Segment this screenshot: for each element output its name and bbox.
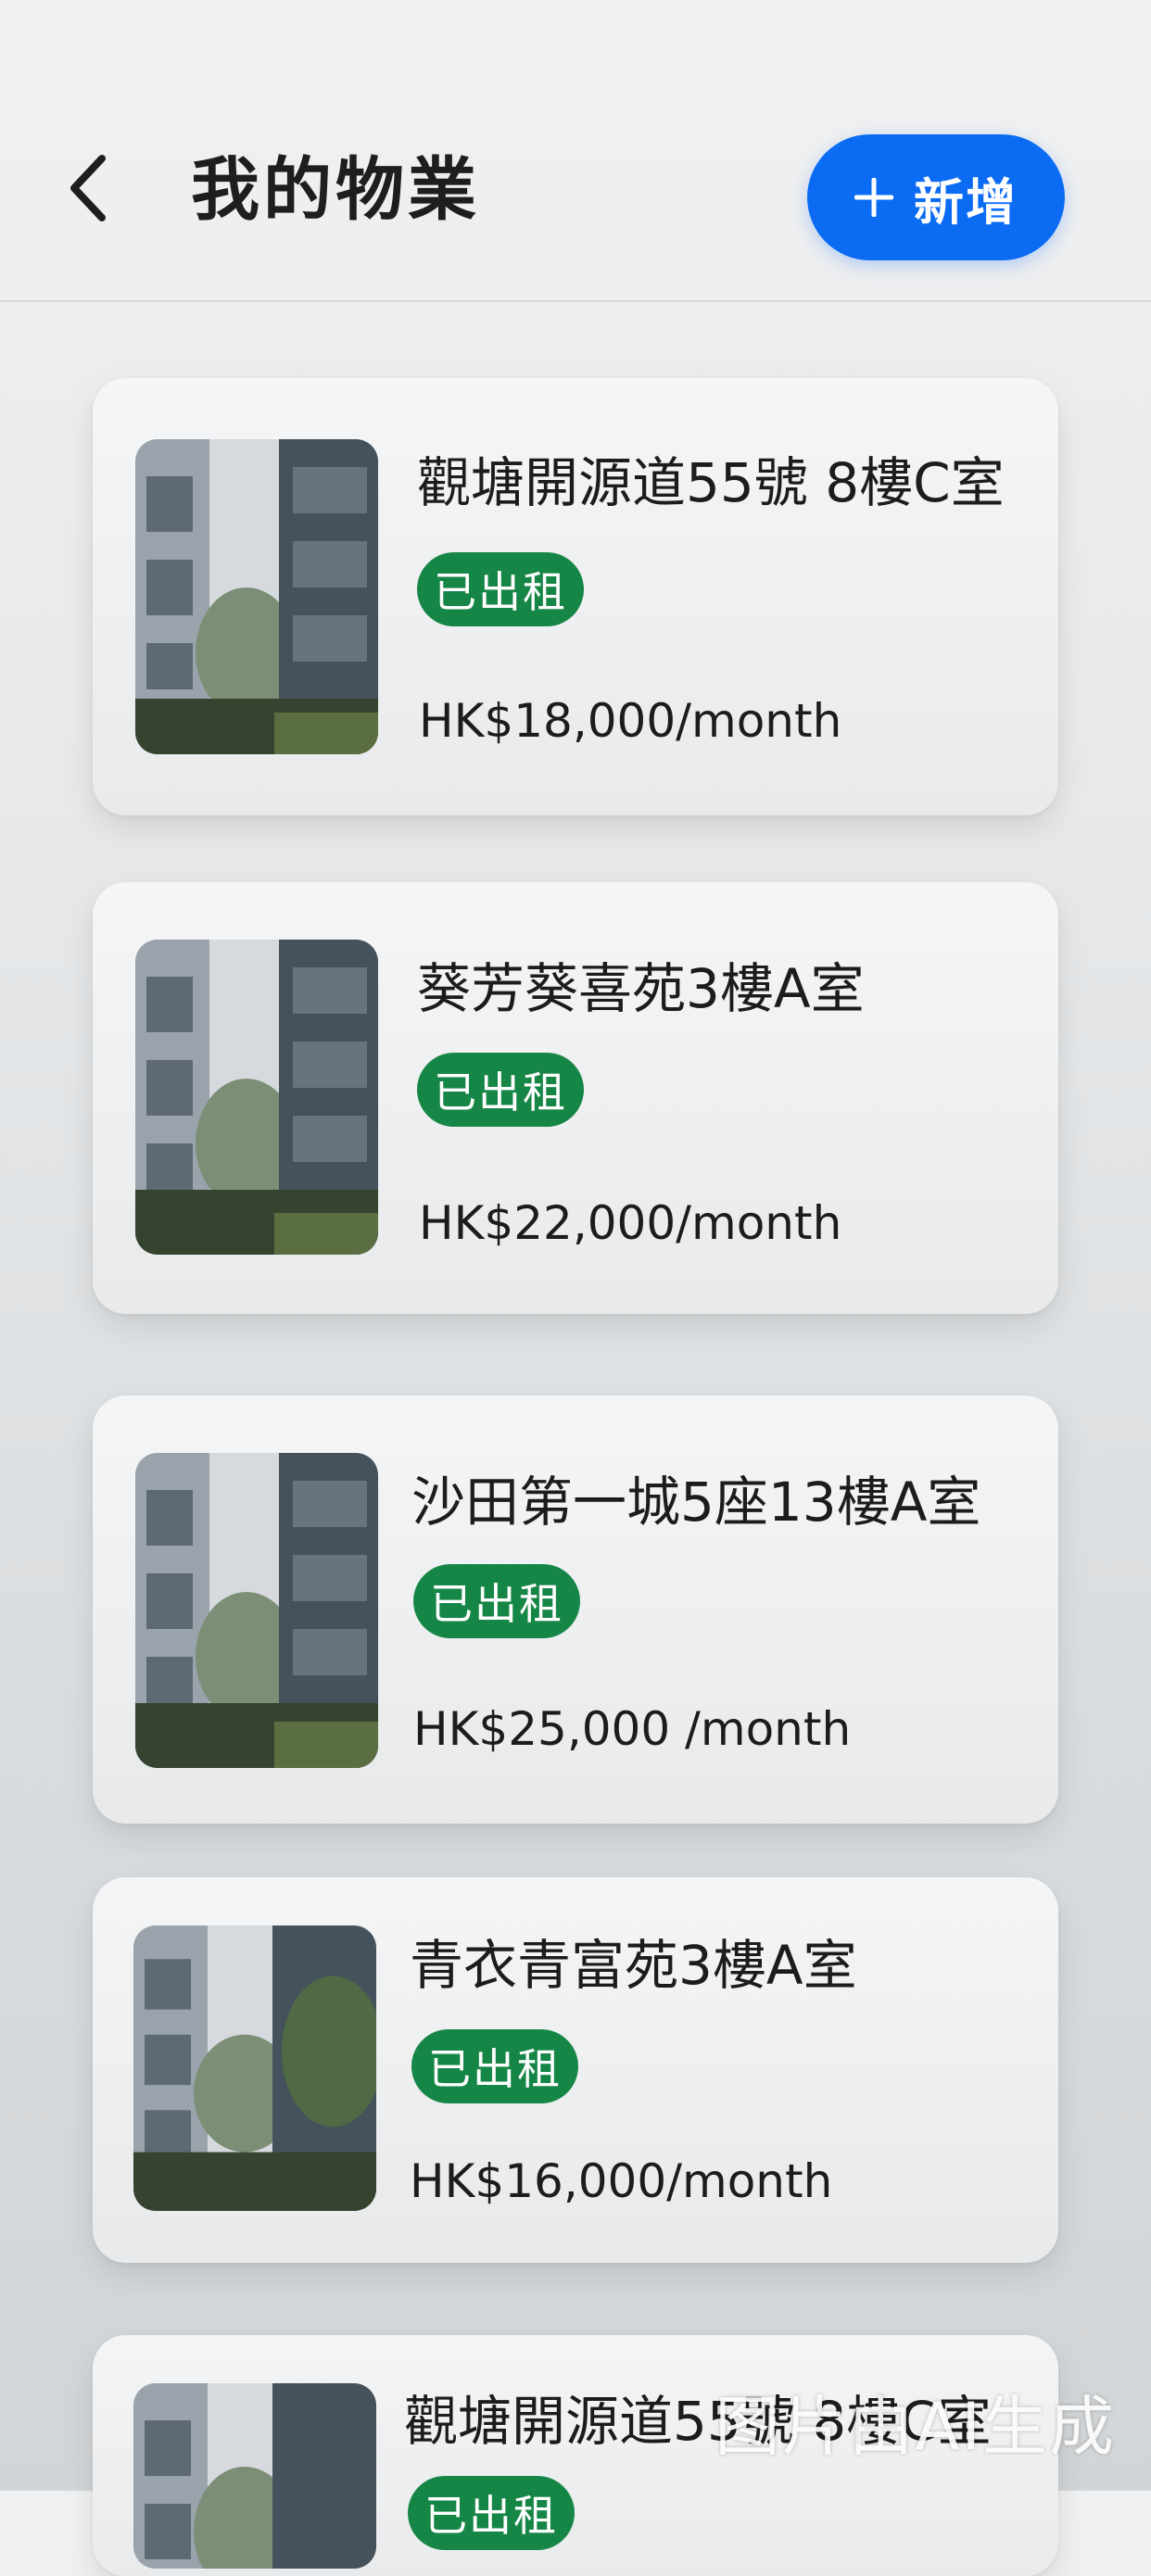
property-price: HK$16,000/month bbox=[410, 2154, 833, 2208]
property-photo bbox=[135, 940, 378, 1255]
top-app-bar: 我的物業 新增 bbox=[0, 0, 1151, 302]
chevron-left-icon bbox=[70, 155, 106, 221]
property-card[interactable]: 沙田第一城5座13樓A室 已出租 HK$25,000 /month bbox=[93, 1395, 1058, 1824]
property-address: 沙田第一城5座13樓A室 bbox=[411, 1471, 981, 1534]
status-badge: 已出租 bbox=[417, 1053, 584, 1127]
property-price: HK$25,000 /month bbox=[413, 1702, 852, 1756]
add-property-button[interactable]: 新增 bbox=[807, 134, 1065, 260]
property-address: 葵芳葵喜苑3樓A室 bbox=[417, 957, 865, 1020]
plus-icon bbox=[854, 178, 893, 217]
property-address: 觀塘開源道55號 8樓C室 bbox=[417, 451, 1005, 514]
property-price: HK$22,000/month bbox=[419, 1196, 842, 1250]
status-badge: 已出租 bbox=[417, 552, 584, 626]
property-price: HK$18,000/month bbox=[419, 694, 842, 748]
add-button-label: 新增 bbox=[914, 172, 1018, 232]
property-photo bbox=[133, 2383, 376, 2569]
status-badge: 已出租 bbox=[408, 2476, 575, 2550]
status-badge: 已出租 bbox=[411, 2029, 578, 2103]
page-title: 我的物業 bbox=[191, 150, 480, 230]
status-badge: 已出租 bbox=[413, 1564, 580, 1638]
property-card[interactable]: 青衣青富苑3樓A室 已出租 HK$16,000/month bbox=[93, 1877, 1058, 2263]
property-address: 青衣青富苑3樓A室 bbox=[410, 1934, 857, 1997]
property-photo bbox=[133, 1926, 376, 2211]
back-button[interactable] bbox=[61, 151, 117, 225]
property-photo bbox=[135, 439, 378, 754]
property-card[interactable]: 葵芳葵喜苑3樓A室 已出租 HK$22,000/month bbox=[93, 882, 1058, 1314]
property-card[interactable]: 觀塘開源道55號 8樓C室 已出租 HK$18,000/month bbox=[93, 378, 1058, 815]
ai-watermark: 图片由AI生成 bbox=[715, 2389, 1116, 2465]
property-photo bbox=[135, 1453, 378, 1768]
